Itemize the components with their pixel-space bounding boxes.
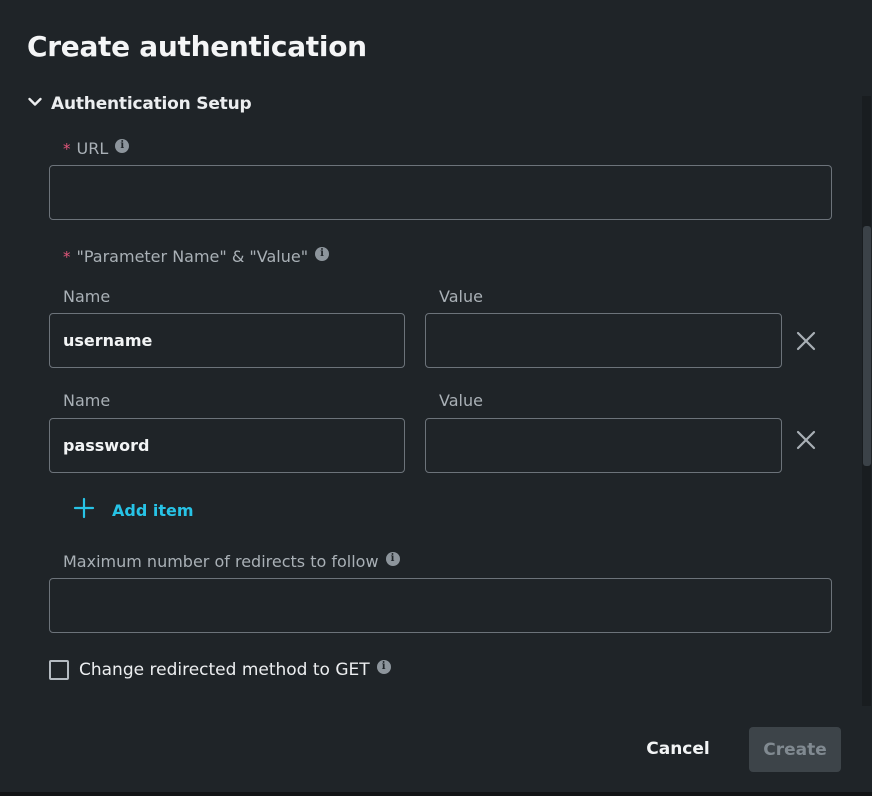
parameters-label-text: "Parameter Name" & "Value" — [76, 247, 309, 266]
cancel-button[interactable]: Cancel — [636, 727, 720, 771]
remove-param-button[interactable] — [794, 329, 818, 353]
authentication-setup-toggle[interactable]: Authentication Setup — [27, 94, 252, 114]
info-icon[interactable]: i — [315, 246, 330, 261]
redirect-method-label[interactable]: Change redirected method to GET — [79, 660, 370, 680]
redirect-method-option: Change redirected method to GET i — [49, 660, 391, 680]
required-mark: * — [63, 247, 71, 266]
max-redirects-label: Maximum number of redirects to follow i — [63, 551, 400, 571]
url-input[interactable] — [49, 165, 832, 220]
add-item-button[interactable]: Add item — [72, 496, 194, 524]
param-name-input[interactable]: password — [49, 418, 405, 473]
close-icon — [794, 430, 818, 456]
remove-param-button[interactable] — [794, 428, 818, 452]
url-label: * URL i — [63, 138, 130, 158]
add-item-label: Add item — [112, 500, 194, 520]
create-button[interactable]: Create — [749, 727, 841, 772]
redirect-method-checkbox[interactable] — [49, 660, 69, 680]
param-name-label: Name — [63, 391, 111, 410]
param-value-label: Value — [439, 287, 483, 306]
info-icon[interactable]: i — [385, 551, 400, 566]
param-name-input[interactable]: username — [49, 313, 405, 368]
dialog-bottom-edge — [0, 792, 872, 796]
dialog-title: Create authentication — [27, 30, 367, 63]
param-name-label: Name — [63, 287, 111, 306]
scrollbar-thumb[interactable] — [863, 226, 871, 466]
param-value-input[interactable] — [425, 418, 782, 473]
info-icon[interactable]: i — [115, 138, 130, 153]
url-label-text: URL — [76, 139, 109, 158]
max-redirects-input[interactable] — [49, 578, 832, 633]
section-title: Authentication Setup — [51, 94, 252, 114]
param-value-label: Value — [439, 391, 483, 410]
max-redirects-label-text: Maximum number of redirects to follow — [63, 552, 379, 571]
create-authentication-dialog: Create authentication Authentication Set… — [0, 0, 872, 792]
close-icon — [794, 331, 818, 357]
chevron-down-icon — [27, 94, 43, 114]
required-mark: * — [63, 139, 71, 158]
param-value-input[interactable] — [425, 313, 782, 368]
info-icon[interactable]: i — [376, 660, 391, 674]
plus-icon — [72, 496, 96, 524]
parameters-label: * "Parameter Name" & "Value" i — [63, 246, 330, 266]
